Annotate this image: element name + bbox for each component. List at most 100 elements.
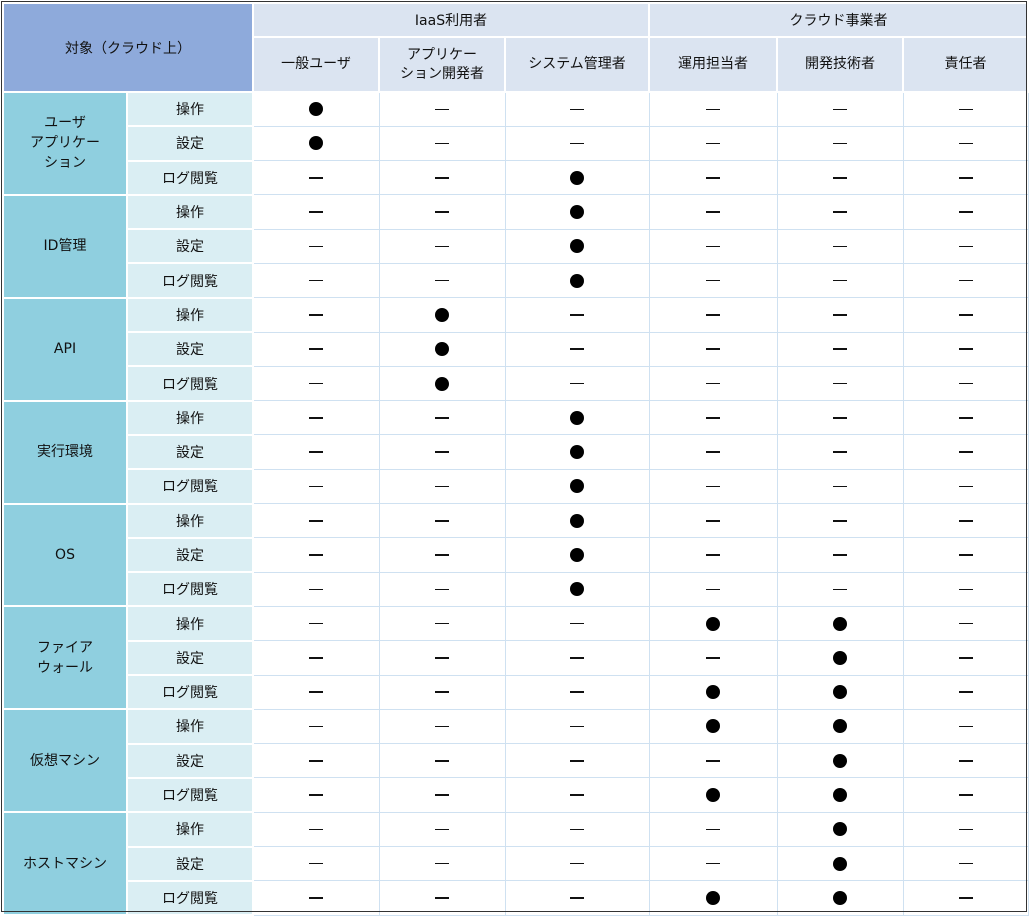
matrix-cell	[252, 400, 380, 436]
dash-icon	[435, 897, 449, 899]
matrix-cell	[902, 708, 1029, 745]
matrix-cell	[252, 365, 380, 402]
matrix-cell	[776, 297, 904, 333]
dash-icon	[958, 862, 973, 865]
matrix-cell	[378, 640, 506, 676]
matrix-cell	[776, 194, 904, 230]
dash-icon	[309, 691, 324, 693]
matrix-cell	[252, 571, 380, 607]
dash-icon	[958, 519, 973, 522]
matrix-cell	[902, 880, 1029, 916]
dash-icon	[309, 451, 324, 453]
matrix-cell	[252, 503, 380, 539]
dash-icon	[435, 862, 449, 865]
action-label: 設定	[126, 228, 254, 265]
matrix-cell	[252, 297, 380, 333]
matrix-cell	[378, 605, 506, 642]
table-row: 設定	[3, 228, 1029, 265]
dash-icon	[706, 759, 721, 762]
action-label: ログ閲覧	[126, 262, 254, 299]
matrix-cell	[378, 91, 506, 127]
dash-icon	[435, 519, 449, 522]
matrix-cell	[504, 537, 650, 573]
action-label: 操作	[126, 399, 254, 436]
dash-icon	[309, 794, 324, 796]
dash-icon	[570, 622, 585, 625]
matrix-cell	[648, 160, 778, 196]
matrix-cell	[504, 640, 650, 676]
dash-icon	[570, 108, 585, 111]
filled-circle-icon	[570, 479, 585, 494]
matrix-cell	[902, 537, 1029, 573]
matrix-cell	[902, 605, 1029, 642]
table-row: ID管理 操作	[2, 193, 1029, 299]
matrix-cell	[902, 365, 1029, 402]
dash-icon	[833, 279, 848, 282]
matrix-cell	[504, 605, 650, 642]
column-header: システム管理者	[503, 36, 651, 93]
matrix-cell	[648, 400, 778, 436]
matrix-cell	[252, 811, 380, 848]
object-label: OS	[2, 502, 128, 608]
matrix-cell	[648, 743, 778, 779]
dash-icon	[958, 108, 973, 111]
matrix-cell	[504, 434, 650, 470]
matrix-cell	[648, 537, 778, 573]
dash-icon	[435, 417, 449, 419]
dash-icon	[309, 588, 324, 591]
dash-icon	[570, 725, 585, 728]
filled-circle-icon	[570, 273, 585, 288]
matrix-cell	[504, 331, 650, 367]
dash-icon	[706, 108, 721, 111]
dash-icon	[309, 828, 324, 831]
filled-circle-icon	[435, 307, 449, 322]
dash-icon	[570, 759, 585, 762]
table-row: 実行環境 操作	[2, 399, 1029, 505]
dash-icon	[435, 279, 449, 282]
dash-icon	[706, 451, 721, 453]
table-row: ログ閲覧	[3, 571, 1029, 608]
dash-icon	[958, 348, 973, 351]
matrix-cell	[378, 777, 506, 813]
filled-circle-icon	[570, 410, 585, 425]
matrix-cell	[776, 743, 904, 779]
dash-icon	[309, 759, 324, 762]
action-label: 設定	[126, 639, 254, 677]
matrix-cell	[378, 125, 506, 162]
matrix-cell	[252, 160, 380, 196]
dash-icon	[706, 245, 721, 248]
filled-circle-icon	[833, 788, 848, 803]
group-header-cloud-provider: クラウド事業者	[648, 2, 1029, 38]
table-row: ファイア ウォール 操作	[2, 605, 1029, 711]
matrix-cell	[776, 228, 904, 264]
column-header: 責任者	[902, 36, 1029, 93]
matrix-cell	[648, 777, 778, 813]
access-matrix-table: 対象（クラウド上） IaaS利用者 クラウド事業者 一般ユーザ アプリケー ション…	[2, 2, 1029, 916]
table-row: ログ閲覧	[3, 674, 1029, 711]
matrix-cell	[648, 880, 778, 916]
dash-icon	[958, 794, 973, 796]
matrix-cell	[902, 228, 1029, 264]
dash-icon	[570, 382, 585, 385]
matrix-cell	[902, 846, 1029, 882]
table-row: ホストマシン 操作	[2, 811, 1029, 916]
dash-icon	[435, 451, 449, 453]
matrix-cell	[648, 811, 778, 848]
matrix-cell	[776, 846, 904, 882]
matrix-cell	[504, 846, 650, 882]
matrix-cell	[776, 331, 904, 367]
dash-icon	[435, 759, 449, 762]
matrix-cell	[648, 571, 778, 607]
dash-icon	[706, 314, 721, 316]
dash-icon	[570, 828, 585, 831]
dash-icon	[435, 485, 449, 488]
object-label: ID管理	[2, 193, 128, 299]
matrix-cell	[252, 537, 380, 573]
filled-circle-icon	[435, 342, 449, 357]
matrix-cell	[648, 674, 778, 710]
action-label: ログ閲覧	[126, 674, 254, 711]
matrix-cell	[776, 468, 904, 505]
dash-icon	[958, 828, 973, 831]
table-row: ログ閲覧	[3, 776, 1029, 814]
dash-icon	[309, 897, 324, 899]
